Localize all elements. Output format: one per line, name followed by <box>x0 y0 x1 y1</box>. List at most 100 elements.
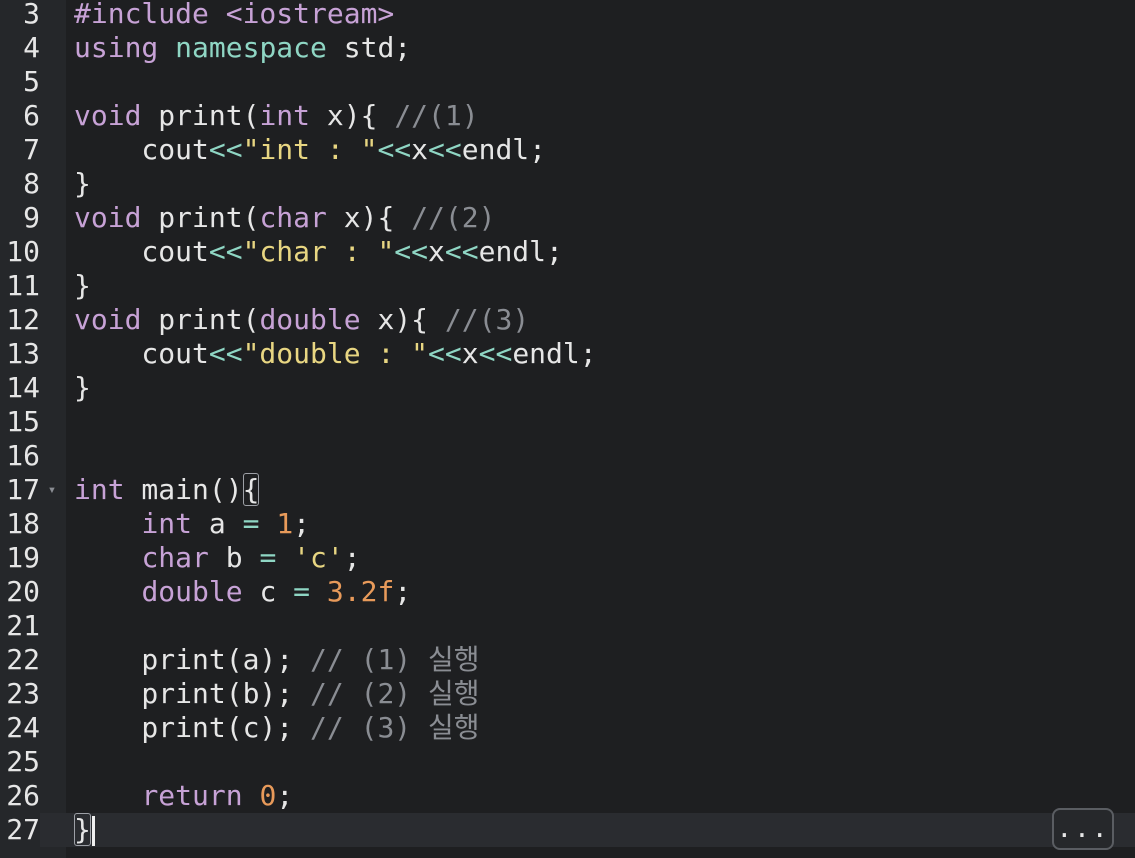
code-token: c <box>242 575 294 608</box>
code-token: char <box>141 541 209 574</box>
code-token: endl; <box>512 337 597 370</box>
code-line[interactable]: 22 print(a); // (1) 실행 <box>0 643 1135 677</box>
code-token: } <box>74 371 91 404</box>
code-token: return <box>141 779 243 812</box>
code-line[interactable]: 6 void print(int x){ //(1) <box>0 99 1135 133</box>
code-line[interactable]: 24 print(c); // (3) 실행 <box>0 711 1135 745</box>
line-number: 6 <box>23 99 40 132</box>
line-number: 20 <box>6 575 40 608</box>
code-token: x){ <box>326 201 412 234</box>
code-token: //(3) <box>444 303 530 336</box>
line-number: 27 <box>0 813 40 847</box>
line-number: 26 <box>6 779 40 812</box>
code-token: << <box>208 235 243 268</box>
code-line[interactable]: 20 double c = 3.2f; <box>0 575 1135 609</box>
code-token: a <box>192 507 243 540</box>
line-number: 24 <box>6 711 40 744</box>
code-token: 1 <box>276 507 294 540</box>
code-line[interactable]: 18 int a = 1; <box>0 507 1135 541</box>
code-line[interactable]: 26 return 0; <box>0 779 1135 813</box>
code-line[interactable]: 10 cout<<"char : "<<x<<endl; <box>0 235 1135 269</box>
code-token: using <box>74 31 176 64</box>
line-number: 4 <box>23 31 40 64</box>
code-token: << <box>208 133 243 166</box>
line-number: 3 <box>23 0 40 30</box>
code-token: namespace <box>175 31 327 64</box>
code-line[interactable]: 14} <box>0 371 1135 405</box>
code-editor[interactable]: 3 #include <iostream> 4 using namespace std… <box>0 0 1135 858</box>
code-token: print( <box>141 303 260 336</box>
code-token: "double : " <box>242 337 429 370</box>
code-token: x <box>411 133 429 166</box>
code-token: // (1) 실행 <box>310 643 480 676</box>
code-line[interactable]: 23 print(b); // (2) 실행 <box>0 677 1135 711</box>
code-line[interactable]: 5 <box>0 65 1135 99</box>
more-options-button[interactable]: ... <box>1052 808 1114 850</box>
code-token: << <box>428 133 462 166</box>
code-token: std; <box>326 31 412 64</box>
code-token: ; <box>276 779 294 812</box>
code-token: } <box>74 167 91 200</box>
line-number: 17 <box>6 473 40 506</box>
text-cursor <box>91 816 95 846</box>
code-token: ; <box>394 575 412 608</box>
code-token: b <box>208 541 260 574</box>
code-line[interactable]: 17 ▾ int main(){ <box>0 473 1135 507</box>
code-token: endl; <box>461 133 547 166</box>
code-token: << <box>428 337 462 370</box>
line-number: 22 <box>6 643 40 676</box>
code-token: x <box>428 235 445 268</box>
code-token: x){ <box>310 99 395 132</box>
code-token: 'c' <box>293 541 344 574</box>
matched-bracket: { <box>242 473 260 506</box>
code-line[interactable]: 8} <box>0 167 1135 201</box>
code-text: double c = 3.2f; <box>74 575 411 609</box>
code-token: cout <box>74 337 209 370</box>
code-line[interactable]: 11} <box>0 269 1135 303</box>
code-area[interactable]: 3 #include <iostream> 4 using namespace std… <box>0 0 1135 858</box>
code-line[interactable]: 16 <box>0 439 1135 473</box>
code-line[interactable]: 27} <box>0 813 1135 847</box>
code-line[interactable]: 4 using namespace std; <box>0 31 1135 65</box>
code-token: "char : " <box>242 235 395 268</box>
line-number: 21 <box>6 609 40 642</box>
code-line[interactable]: 25 <box>0 745 1135 779</box>
code-token: print(b); <box>74 677 311 710</box>
code-line[interactable]: 13 cout<<"double : "<<x<<endl; <box>0 337 1135 371</box>
code-token: x <box>461 337 479 370</box>
code-text: cout<<"double : "<<x<<endl; <box>74 337 597 371</box>
code-token: print(c); <box>74 711 311 744</box>
code-token: double <box>141 575 243 608</box>
code-token: char <box>259 201 327 234</box>
code-token: << <box>478 337 513 370</box>
code-token: = <box>293 575 311 608</box>
code-line[interactable]: 9 void print(char x){ //(2) <box>0 201 1135 235</box>
code-token: int <box>259 99 311 132</box>
code-text: using namespace std; <box>74 31 411 65</box>
code-token: print( <box>141 99 260 132</box>
code-line[interactable]: 7 cout<<"int : "<<x<<endl; <box>0 133 1135 167</box>
code-token: // (3) 실행 <box>310 711 480 744</box>
line-number: 19 <box>6 541 40 574</box>
code-token: ; <box>343 541 361 574</box>
code-text: cout<<"int : "<<x<<endl; <box>74 133 546 167</box>
code-line[interactable]: 21 <box>0 609 1135 643</box>
line-number: 14 <box>6 371 40 404</box>
code-text: void print(char x){ //(2) <box>74 201 495 235</box>
code-text: return 0; <box>74 779 293 813</box>
line-number: 11 <box>6 269 40 302</box>
fold-chevron-icon[interactable]: ▾ <box>45 473 59 507</box>
code-line[interactable]: 12 void print(double x){ //(3) <box>0 303 1135 337</box>
code-line[interactable]: 3 #include <iostream> <box>0 0 1135 31</box>
code-text: } <box>74 167 91 201</box>
code-text: } <box>74 813 95 847</box>
code-token: int <box>74 473 125 506</box>
code-token: print( <box>141 201 260 234</box>
code-line[interactable]: 15 <box>0 405 1135 439</box>
code-token: void <box>74 201 142 234</box>
code-text: print(a); // (1) 실행 <box>74 643 480 677</box>
code-line[interactable]: 19 char b = 'c'; <box>0 541 1135 575</box>
